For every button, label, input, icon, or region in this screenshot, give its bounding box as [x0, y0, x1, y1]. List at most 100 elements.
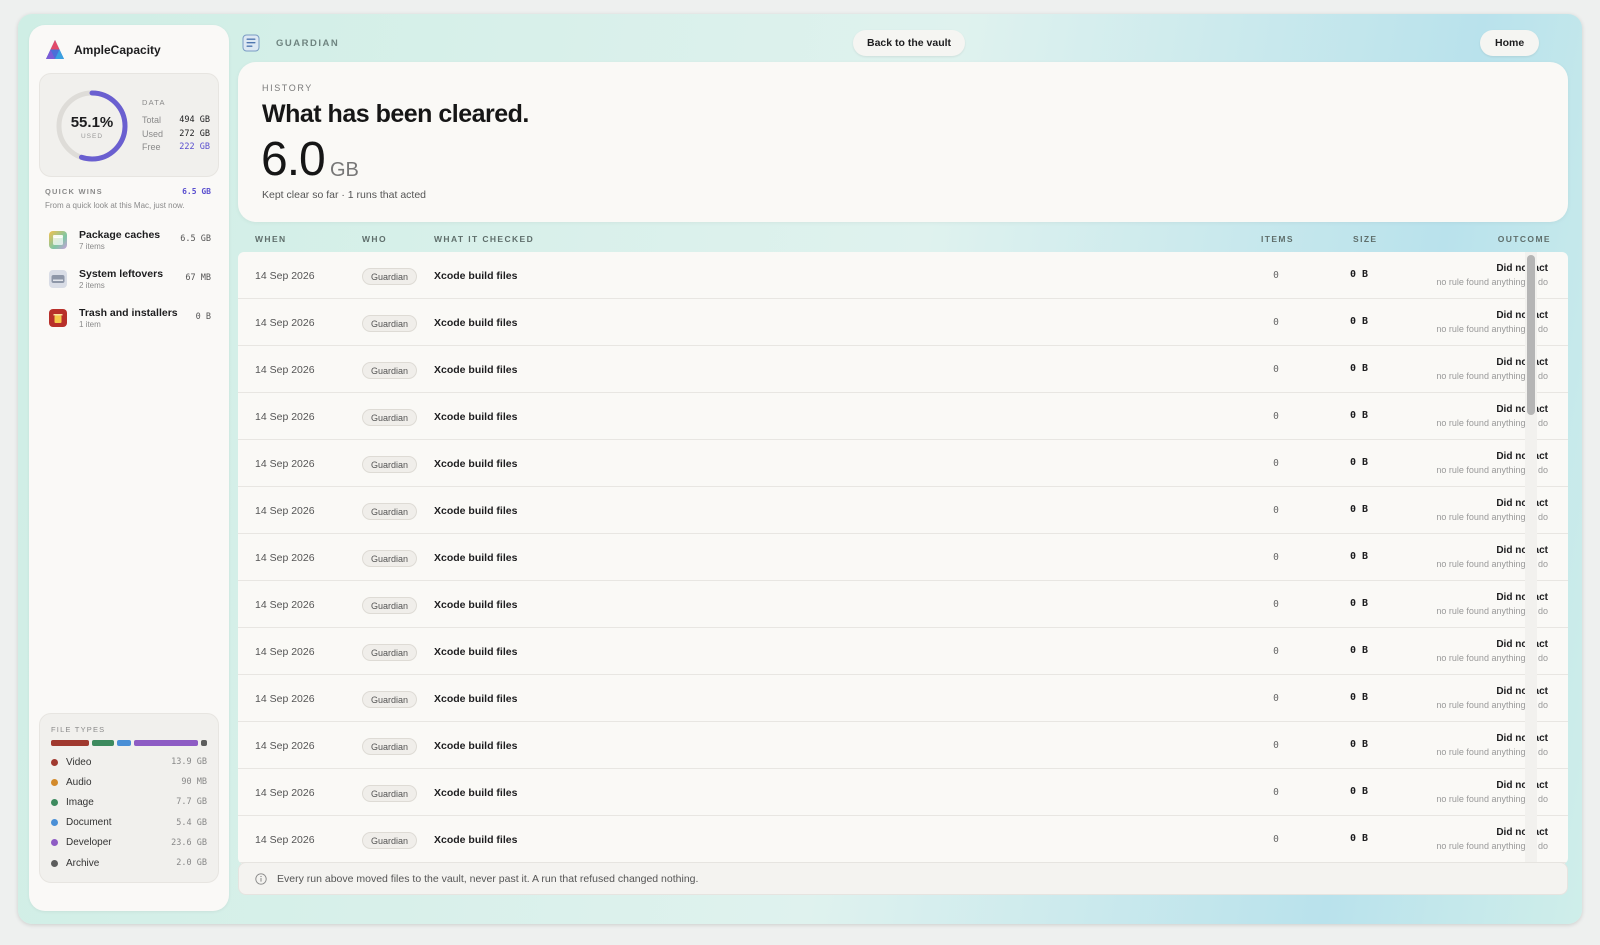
who-badge: Guardian [362, 832, 418, 849]
cell-what: Xcode build files [434, 317, 518, 329]
image-dot-icon [51, 798, 58, 806]
who-badge: Guardian [362, 738, 418, 755]
who-badge: Guardian [362, 268, 418, 285]
table-row[interactable]: 14 Sep 2026 Guardian Xcode build files 0 0 B… [238, 487, 1568, 534]
cleared-amount: 6.0 [261, 133, 326, 186]
storage-percent: 55.1% [70, 114, 114, 131]
quick-wins-total: 6.5 GB [182, 187, 211, 196]
cell-size: 0 B [1349, 739, 1368, 750]
cell-when: 14 Sep 2026 [255, 364, 315, 376]
ft-bar-image [92, 740, 114, 746]
cell-what: Xcode build files [434, 552, 518, 564]
table-row[interactable]: 14 Sep 2026 Guardian Xcode build files 0 0 B… [238, 534, 1568, 581]
col-what[interactable]: WHAT IT CHECKED [434, 234, 534, 244]
cell-items: 0 [1273, 740, 1279, 751]
file-type-archive[interactable]: Archive 2.0 GB [51, 853, 207, 873]
cell-what: Xcode build files [434, 458, 518, 470]
footer-note: Every run above moved files to the vault… [238, 862, 1568, 895]
col-items[interactable]: ITEMS [1261, 234, 1294, 244]
table-row[interactable]: 14 Sep 2026 Guardian Xcode build files 0 0 B… [238, 769, 1568, 816]
cell-size: 0 B [1349, 692, 1368, 703]
cell-items: 0 [1273, 552, 1279, 563]
cell-items: 0 [1273, 505, 1279, 516]
col-size[interactable]: SIZE [1353, 234, 1378, 244]
storage-card: 55.1% USED DATA Total 494 GB Used 272 GB… [39, 73, 219, 177]
col-when[interactable]: WHEN [255, 234, 287, 244]
file-type-video[interactable]: Video 13.9 GB [51, 752, 207, 772]
table-row[interactable]: 14 Sep 2026 Guardian Xcode build files 0 0 B… [238, 675, 1568, 722]
cell-size: 0 B [1349, 551, 1368, 562]
cell-size: 0 B [1349, 504, 1368, 515]
file-type-document[interactable]: Document 5.4 GB [51, 813, 207, 833]
cell-what: Xcode build files [434, 693, 518, 705]
brand: AmpleCapacity [45, 39, 161, 61]
file-type-audio[interactable]: Audio 90 MB [51, 772, 207, 792]
cell-what: Xcode build files [434, 270, 518, 282]
cell-when: 14 Sep 2026 [255, 646, 315, 658]
cell-what: Xcode build files [434, 599, 518, 611]
cell-when: 14 Sep 2026 [255, 693, 315, 705]
col-who[interactable]: WHO [362, 234, 387, 244]
trash-icon [49, 308, 67, 327]
cell-what: Xcode build files [434, 646, 518, 658]
quick-win-system-leftovers[interactable]: System leftovers 2 items 67 MB [39, 259, 219, 298]
file-types-card: FILE TYPES Video 13.9 GB Audio 90 MB Ima… [39, 713, 219, 883]
cell-items: 0 [1273, 834, 1279, 845]
home-button[interactable]: Home [1480, 30, 1540, 56]
quick-wins-title: QUICK WINS [45, 187, 103, 196]
cell-size: 0 B [1349, 410, 1368, 421]
video-dot-icon [51, 758, 58, 766]
cell-when: 14 Sep 2026 [255, 458, 315, 470]
cell-items: 0 [1273, 317, 1279, 328]
document-dot-icon [51, 819, 58, 827]
back-to-vault-button[interactable]: Back to the vault [853, 30, 966, 56]
who-badge: Guardian [362, 597, 418, 614]
table-row[interactable]: 14 Sep 2026 Guardian Xcode build files 0 0 B… [238, 722, 1568, 769]
history-log-icon [242, 34, 260, 52]
cell-when: 14 Sep 2026 [255, 411, 315, 423]
table-row[interactable]: 14 Sep 2026 Guardian Xcode build files 0 0 B… [238, 628, 1568, 675]
table-row[interactable]: 14 Sep 2026 Guardian Xcode build files 0 0 B… [238, 299, 1568, 346]
cell-size: 0 B [1349, 269, 1368, 280]
storage-row-free: Free 222 GB [142, 142, 210, 152]
file-types-bar [51, 740, 208, 746]
col-outcome[interactable]: OUTCOME [1498, 234, 1551, 244]
who-badge: Guardian [362, 503, 418, 520]
info-icon [255, 873, 267, 885]
storage-used-caption: USED [80, 133, 104, 140]
quick-wins-subtitle: From a quick look at this Mac, just now. [45, 201, 185, 210]
scrollbar-thumb[interactable] [1527, 255, 1535, 415]
package-icon [49, 230, 67, 249]
storage-rows: Total 494 GB Used 272 GB Free 222 GB [142, 114, 210, 155]
table-row[interactable]: 14 Sep 2026 Guardian Xcode build files 0 0 B… [238, 346, 1568, 393]
cell-what: Xcode build files [434, 364, 518, 376]
storage-section-label: DATA [142, 98, 166, 107]
page-title: What has been cleared. [262, 100, 529, 128]
who-badge: Guardian [362, 409, 418, 426]
table-row[interactable]: 14 Sep 2026 Guardian Xcode build files 0 0 B… [238, 252, 1568, 299]
table-row[interactable]: 14 Sep 2026 Guardian Xcode build files 0 0 B… [238, 816, 1568, 863]
hero-label: HISTORY [262, 83, 313, 93]
file-type-developer[interactable]: Developer 23.6 GB [51, 833, 207, 853]
audio-dot-icon [51, 778, 58, 786]
table-row[interactable]: 14 Sep 2026 Guardian Xcode build files 0 0 B… [238, 393, 1568, 440]
cell-size: 0 B [1349, 363, 1368, 374]
cell-items: 0 [1273, 646, 1279, 657]
developer-dot-icon [51, 839, 58, 847]
ft-bar-developer [133, 740, 199, 746]
cell-size: 0 B [1349, 645, 1368, 656]
who-badge: Guardian [362, 456, 418, 473]
hero-subtitle: Kept clear so far · 1 runs that acted [262, 189, 427, 201]
app-logo-icon [46, 40, 64, 59]
table-header: WHEN WHO WHAT IT CHECKED ITEMS SIZE OUTC… [238, 234, 1568, 250]
table-row[interactable]: 14 Sep 2026 Guardian Xcode build files 0 0 B… [238, 440, 1568, 487]
cell-when: 14 Sep 2026 [255, 505, 315, 517]
table-row[interactable]: 14 Sep 2026 Guardian Xcode build files 0 0 B… [238, 581, 1568, 628]
footer-text: Every run above moved files to the vault… [277, 873, 699, 885]
cell-when: 14 Sep 2026 [255, 599, 315, 611]
archive-dot-icon [51, 859, 58, 867]
cell-items: 0 [1273, 693, 1279, 704]
file-type-image[interactable]: Image 7.7 GB [51, 792, 207, 812]
quick-win-package-caches[interactable]: Package caches 7 items 6.5 GB [39, 220, 219, 259]
quick-win-trash-installers[interactable]: Trash and installers 1 item 0 B [39, 298, 219, 337]
